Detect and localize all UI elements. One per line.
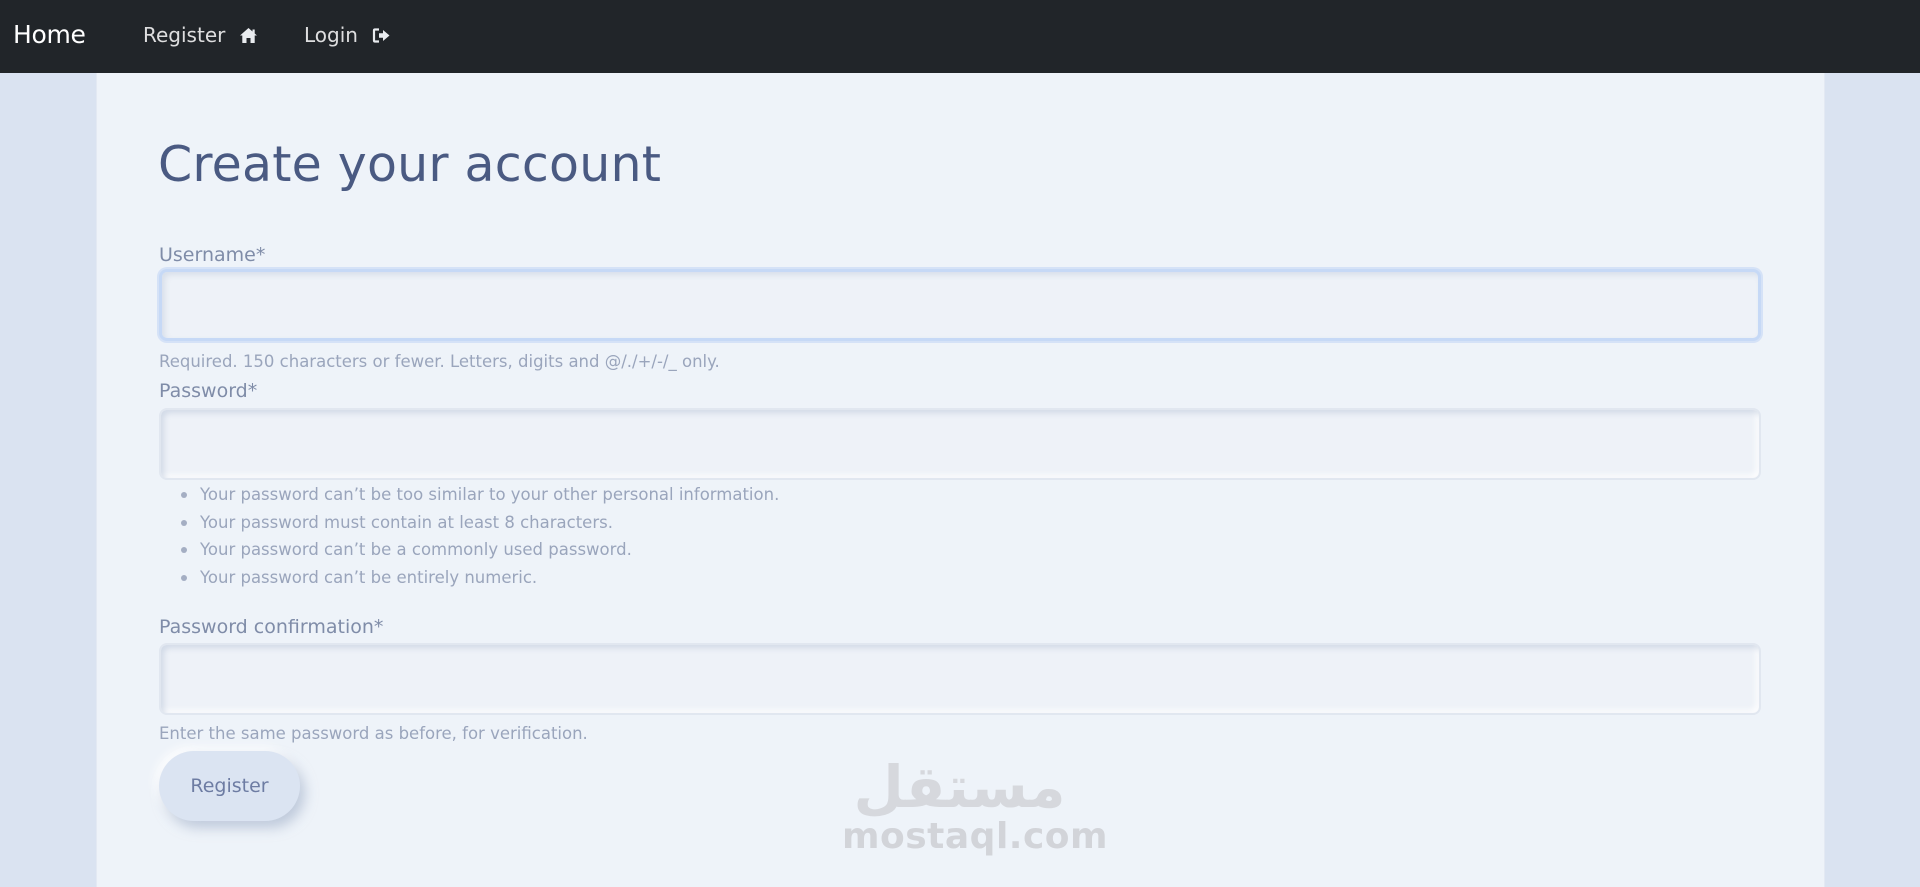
watermark-latin-text: mostaql.com bbox=[842, 816, 1109, 857]
password-confirmation-help-text: Enter the same password as before, for v… bbox=[159, 724, 588, 743]
password-confirmation-label: Password confirmation* bbox=[159, 616, 384, 638]
nav-login-label: Login bbox=[304, 23, 358, 47]
brand-home-link[interactable]: Home bbox=[13, 20, 86, 49]
home-icon bbox=[239, 27, 258, 44]
password-rule-item: Your password can’t be too similar to yo… bbox=[180, 485, 779, 513]
top-navbar: Home Register Login bbox=[0, 0, 1920, 73]
nav-login-link[interactable]: Login bbox=[304, 23, 391, 47]
password-rule-item: Your password can’t be a commonly used p… bbox=[180, 540, 779, 568]
password-input[interactable] bbox=[159, 408, 1761, 480]
password-confirmation-input[interactable] bbox=[159, 643, 1761, 715]
password-rule-item: Your password can’t be entirely numeric. bbox=[180, 568, 779, 596]
nav-register-label: Register bbox=[143, 23, 226, 47]
sign-out-icon bbox=[372, 27, 391, 44]
password-label: Password* bbox=[159, 380, 258, 402]
password-rule-item: Your password must contain at least 8 ch… bbox=[180, 513, 779, 541]
username-label: Username* bbox=[159, 244, 266, 266]
watermark-arabic-text: مستقل bbox=[853, 753, 1066, 821]
password-rules-list: Your password can’t be too similar to yo… bbox=[180, 485, 779, 596]
nav-register-link[interactable]: Register bbox=[143, 23, 258, 47]
username-help-text: Required. 150 characters or fewer. Lette… bbox=[159, 352, 720, 371]
mostaql-watermark: مستقل mostaql.com bbox=[842, 753, 1109, 865]
page-title: Create your account bbox=[158, 136, 662, 193]
username-input[interactable] bbox=[159, 269, 1761, 341]
register-submit-button[interactable]: Register bbox=[159, 751, 300, 821]
